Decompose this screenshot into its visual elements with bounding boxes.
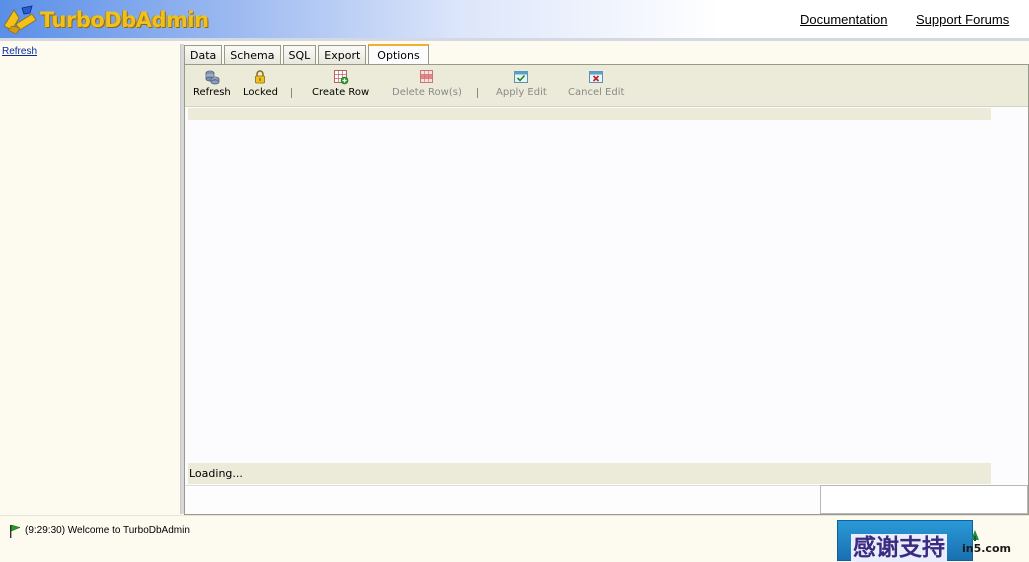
cancel-edit-button[interactable]: Cancel Edit — [568, 69, 624, 98]
tab-options[interactable]: Options — [368, 44, 429, 65]
create-row-icon — [333, 70, 348, 85]
data-grid[interactable] — [188, 120, 991, 463]
create-row-button-label: Create Row — [312, 87, 370, 98]
apply-edit-icon — [514, 71, 529, 83]
tab-data[interactable]: Data — [184, 45, 223, 65]
data-panel: Refresh Locked Create Row Delete Row(s) … — [184, 64, 1029, 515]
toolbar-separator — [477, 88, 478, 98]
delete-rows-button-label: Delete Row(s) — [392, 87, 462, 98]
welcome-message: (9:29:30) Welcome to TurboDbAdmin — [25, 525, 190, 536]
apply-edit-button-label: Apply Edit — [496, 87, 547, 98]
toolbar-separator — [291, 88, 292, 98]
cancel-edit-icon — [589, 71, 604, 83]
database-refresh-icon — [205, 70, 220, 85]
delete-rows-button[interactable]: Delete Row(s) — [392, 69, 462, 98]
grid-footer-box — [820, 485, 1028, 514]
lock-icon — [255, 70, 266, 84]
tab-schema[interactable]: Schema — [224, 45, 281, 65]
app-header: TurboDbAdmin Documentation Support Forum… — [0, 0, 1029, 41]
refresh-button[interactable]: Refresh — [193, 69, 231, 98]
schema-tree-pane — [0, 44, 180, 514]
watermark-leaf-icon — [971, 530, 979, 541]
data-toolbar: Refresh Locked Create Row Delete Row(s) … — [185, 65, 1028, 107]
logo-icon — [3, 5, 37, 35]
create-row-button[interactable]: Create Row — [312, 69, 369, 98]
documentation-link[interactable]: Documentation — [800, 12, 887, 27]
watermark-text: 感谢支持 — [851, 534, 947, 562]
refresh-button-label: Refresh — [193, 87, 231, 98]
watermark-badge: 感谢支持 — [837, 520, 973, 562]
apply-edit-button[interactable]: Apply Edit — [496, 69, 547, 98]
tab-export[interactable]: Export — [318, 45, 367, 65]
tab-sql[interactable]: SQL — [282, 45, 317, 65]
support-forums-link[interactable]: Support Forums — [916, 12, 1009, 27]
locked-button-label: Locked — [243, 87, 278, 98]
tree-refresh-link[interactable]: Refresh — [2, 46, 37, 57]
tab-bar: Data Schema SQL Export Options — [184, 44, 431, 65]
watermark-url: in5.com — [962, 542, 1011, 555]
delete-row-icon — [420, 70, 433, 83]
grid-status: Loading... — [188, 463, 991, 484]
grid-header-row — [188, 108, 991, 120]
green-flag-icon — [10, 524, 21, 538]
app-logo: TurboDbAdmin — [2, 4, 209, 36]
locked-button[interactable]: Locked — [243, 69, 278, 98]
cancel-edit-button-label: Cancel Edit — [568, 87, 625, 98]
logo-text: TurboDbAdmin — [40, 8, 209, 32]
